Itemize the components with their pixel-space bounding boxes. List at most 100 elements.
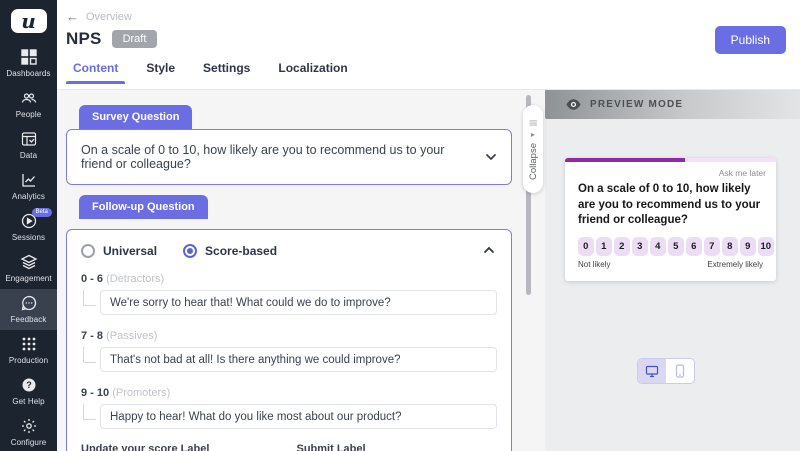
passives-message-input[interactable] (100, 347, 497, 372)
data-icon (20, 130, 38, 148)
collapse-preview-button[interactable]: ||| ▸ Collapse (523, 105, 543, 193)
nps-left-label: Not likely (578, 259, 611, 269)
nps-score-5[interactable]: 5 (668, 236, 684, 256)
sidebar-item-people[interactable]: People (0, 84, 57, 125)
nps-preview-card: Ask me later On a scale of 0 to 10, how … (565, 158, 776, 281)
nps-score-0[interactable]: 0 (578, 236, 594, 256)
range-number: 7 - 8 (81, 330, 104, 342)
grip-icon: ||| (528, 119, 538, 126)
configure-icon (20, 417, 38, 435)
survey-question-text: On a scale of 0 to 10, how likely are yo… (81, 143, 445, 171)
tab-content[interactable]: Content (65, 61, 126, 84)
nps-score-2[interactable]: 2 (614, 236, 630, 256)
beta-badge: Beta (31, 208, 52, 218)
nps-question-text: On a scale of 0 to 10, how likely are yo… (578, 183, 761, 227)
nps-score-1[interactable]: 1 (596, 236, 612, 256)
radio-label: Score-based (205, 244, 278, 258)
nps-score-4[interactable]: 4 (650, 236, 666, 256)
connector-line (83, 347, 96, 363)
submit-label: Submit Label (296, 443, 366, 451)
page-title: NPS (66, 29, 102, 48)
breadcrumb-overview-link[interactable]: Overview (86, 11, 132, 23)
back-arrow-icon[interactable]: ← (66, 10, 79, 23)
sidebar-label: Data (19, 151, 38, 160)
sidebar-item-data[interactable]: Data (0, 125, 57, 166)
nps-scale: 0 1 2 3 4 5 6 7 8 9 10 (565, 229, 776, 256)
survey-question-card[interactable]: On a scale of 0 to 10, how likely are yo… (66, 129, 512, 185)
followup-question-card: Universal Score-based 0 - 6 (Detractors)… (66, 229, 512, 451)
radio-universal[interactable]: Universal (81, 244, 157, 258)
sidebar-label: Dashboards (6, 69, 51, 78)
sidebar-label: Production (8, 356, 49, 365)
sidebar-item-sessions[interactable]: Beta Sessions (0, 207, 57, 248)
sidebar-label: People (15, 110, 42, 119)
radio-score-based[interactable]: Score-based (183, 244, 277, 258)
range-group: (Detractors) (106, 273, 165, 285)
sidebar-label: Analytics (12, 192, 45, 201)
sidebar-label: Sessions (11, 233, 46, 242)
sidebar-label: Configure (10, 438, 47, 447)
chevron-right-icon: ▸ (530, 129, 535, 139)
connector-line (83, 404, 96, 420)
status-badge: Draft (111, 30, 158, 48)
people-icon (20, 89, 38, 107)
promoters-message-input[interactable] (100, 404, 497, 429)
range-number: 0 - 6 (81, 273, 104, 285)
range-label-passives: 7 - 8 (Passives) (81, 330, 497, 342)
sidebar-item-production[interactable]: Production (0, 330, 57, 371)
device-preview-toggle (637, 358, 695, 384)
userpilot-logo[interactable]: u (10, 9, 47, 33)
desktop-preview-button[interactable] (638, 359, 666, 383)
eye-icon (565, 96, 582, 113)
main-column: ← Overview NPS Draft Publish Content Sty… (57, 0, 800, 451)
nps-score-7[interactable]: 7 (704, 236, 720, 256)
workspace: Survey Question On a scale of 0 to 10, h… (57, 90, 800, 451)
nps-score-10[interactable]: 10 (758, 236, 774, 256)
analytics-icon (20, 171, 38, 189)
nps-score-3[interactable]: 3 (632, 236, 648, 256)
radio-circle-icon (183, 244, 198, 258)
nps-score-8[interactable]: 8 (722, 236, 738, 256)
ask-me-later-link[interactable]: Ask me later (565, 162, 776, 178)
sidebar-item-analytics[interactable]: Analytics (0, 166, 57, 207)
chevron-up-icon[interactable] (483, 244, 495, 256)
nps-score-9[interactable]: 9 (740, 236, 756, 256)
page-header: ← Overview NPS Draft Publish Content Sty… (57, 0, 800, 90)
sidebar-item-dashboards[interactable]: Dashboards (0, 43, 57, 84)
range-group: (Passives) (106, 330, 158, 342)
detractors-message-input[interactable] (100, 290, 497, 315)
dashboards-icon (20, 48, 38, 66)
followup-question-badge: Follow-up Question (79, 195, 208, 219)
sidebar-item-engagement[interactable]: Engagement (0, 248, 57, 289)
tab-settings[interactable]: Settings (203, 61, 250, 84)
help-icon: ? (20, 376, 38, 394)
range-label-detractors: 0 - 6 (Detractors) (81, 273, 497, 285)
sidebar-item-get-help[interactable]: ? Get Help (0, 371, 57, 412)
nps-score-6[interactable]: 6 (686, 236, 702, 256)
editor-pane: Survey Question On a scale of 0 to 10, h… (57, 90, 545, 451)
sidebar-item-configure[interactable]: Configure (0, 412, 57, 451)
tab-style[interactable]: Style (146, 61, 175, 84)
sidebar: u Dashboards People Data Analytics Beta … (0, 0, 57, 451)
range-number: 9 - 10 (81, 387, 110, 399)
svg-text:?: ? (26, 380, 32, 390)
radio-label: Universal (103, 244, 158, 258)
sidebar-item-feedback[interactable]: Feedback (0, 289, 57, 330)
sidebar-label: Engagement (5, 274, 52, 283)
app-window: u Dashboards People Data Analytics Beta … (0, 0, 800, 451)
tab-localization[interactable]: Localization (278, 61, 347, 84)
publish-button[interactable]: Publish (714, 26, 786, 54)
tab-bar: Content Style Settings Localization (57, 49, 800, 84)
logo-letter: u (21, 9, 36, 33)
breadcrumb: ← Overview (57, 0, 800, 23)
sessions-icon: Beta (20, 208, 52, 230)
preview-mode-bar: PREVIEW MODE (545, 90, 800, 119)
followup-type-radio-group: Universal Score-based (81, 244, 497, 258)
mobile-preview-button[interactable] (666, 359, 694, 383)
sidebar-label: Feedback (10, 315, 47, 324)
nps-right-label: Extremely likely (707, 259, 763, 269)
chevron-down-icon[interactable] (485, 151, 497, 163)
connector-line (83, 290, 96, 306)
sidebar-label: Get Help (12, 397, 45, 406)
feedback-icon (20, 294, 38, 312)
